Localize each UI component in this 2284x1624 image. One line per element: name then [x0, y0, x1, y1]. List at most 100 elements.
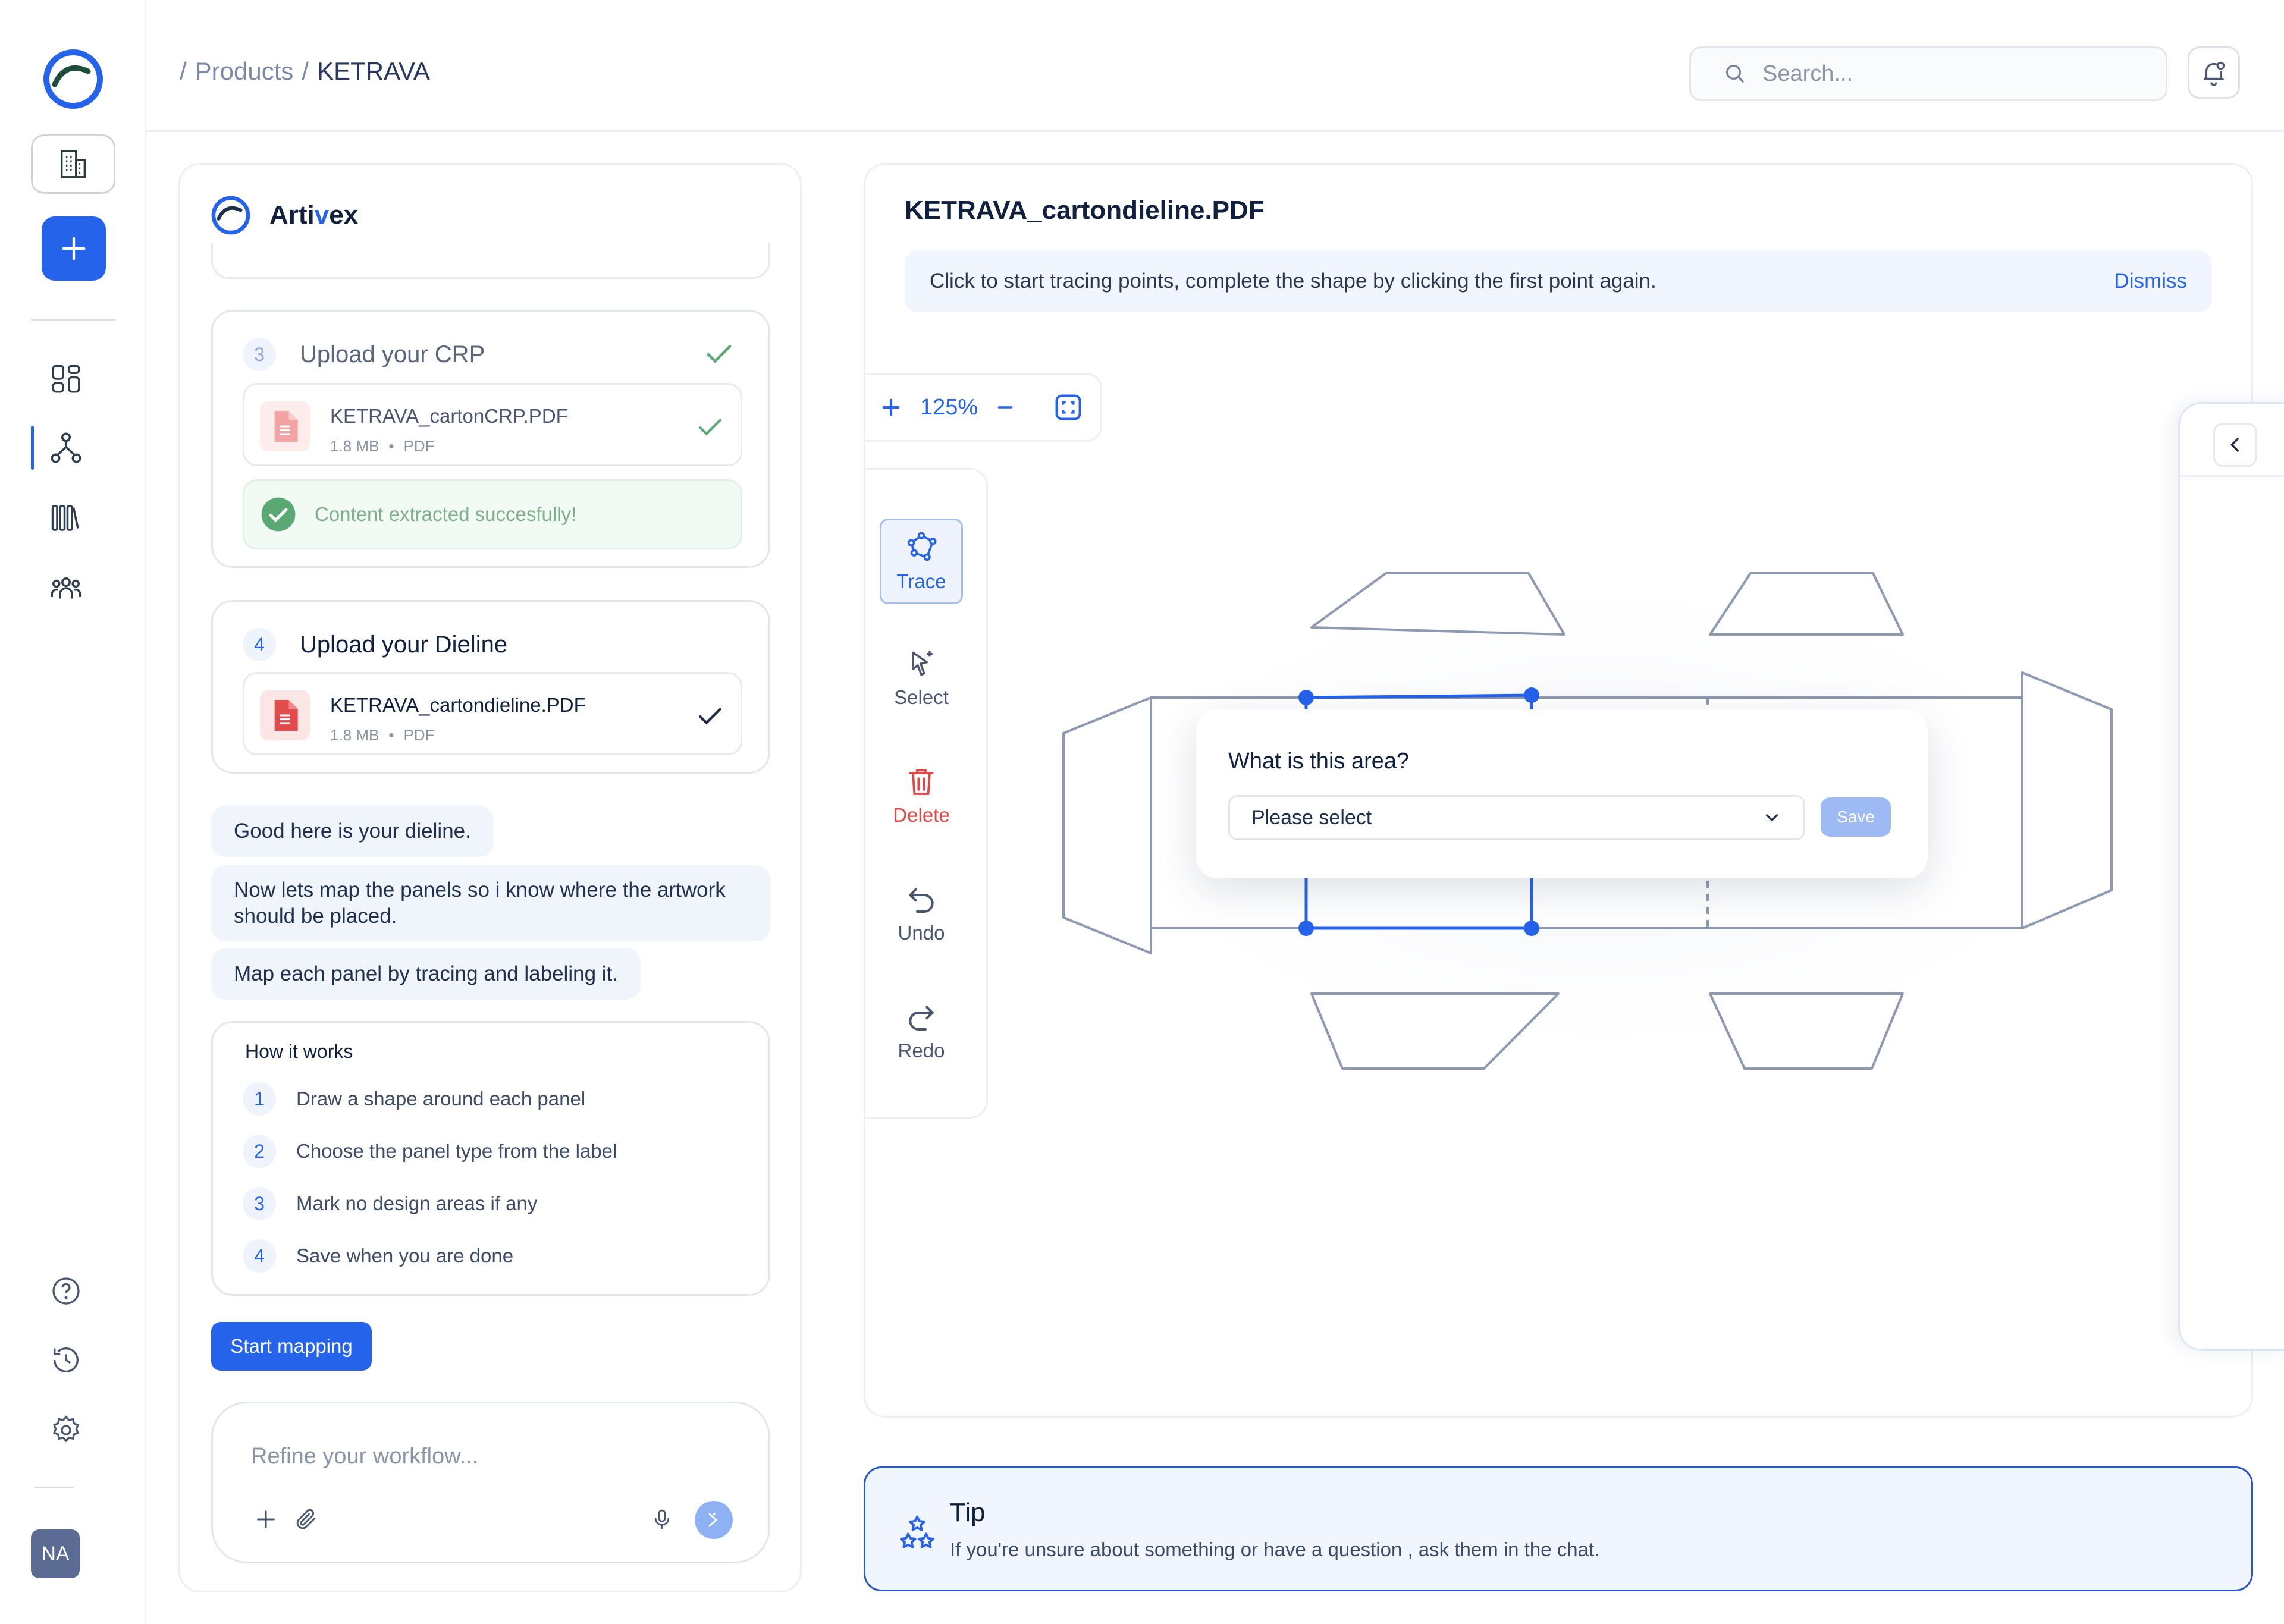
create-button[interactable]	[42, 216, 106, 281]
save-button[interactable]: Save	[1821, 797, 1891, 837]
left-side-flap[interactable]	[1062, 696, 1152, 954]
undo-icon	[908, 888, 934, 913]
file-row-crp[interactable]: KETRAVA_cartonCRP.PDF 1.8 MB • PDF	[243, 383, 742, 466]
sidebar-item-workflows[interactable]	[46, 428, 86, 467]
panel-type-select[interactable]: Please select	[1228, 795, 1805, 840]
breadcrumb-products[interactable]: Products	[195, 57, 294, 86]
tip-title: Tip	[950, 1498, 986, 1527]
undo-tool[interactable]: Undo	[880, 871, 963, 956]
team-icon	[51, 577, 81, 599]
redo-tool[interactable]: Redo	[880, 988, 963, 1074]
search-input[interactable]: Search...	[1689, 46, 2167, 101]
brand: Artivex	[210, 194, 358, 236]
help-icon	[52, 1277, 80, 1305]
organization-button[interactable]	[31, 134, 115, 194]
zoom-in-icon[interactable]	[879, 395, 903, 420]
trace-point[interactable]	[1298, 921, 1314, 936]
breadcrumb-current: KETRAVA	[317, 57, 430, 85]
microphone-icon	[654, 1509, 670, 1529]
composer-placeholder: Refine your workflow...	[251, 1444, 479, 1469]
file-row-dieline[interactable]: KETRAVA_cartondieline.PDF 1.8 MB • PDF	[243, 672, 742, 755]
tool-label: Delete	[893, 804, 950, 826]
sidebar-item-team[interactable]	[46, 568, 86, 608]
chat-panel: Artivex 3 Upload your CRP KETRAVA_carton…	[178, 163, 802, 1592]
attach-file-button[interactable]	[291, 1504, 321, 1534]
step-header: 4 Upload your Dieline	[243, 628, 507, 661]
right-drawer	[2178, 402, 2284, 1351]
chat-message: Map each panel by tracing and labeling i…	[211, 948, 641, 1000]
step-title: Upload your CRP	[300, 341, 485, 367]
check-icon	[699, 419, 721, 436]
gear-icon	[53, 1415, 79, 1443]
plus-icon	[62, 237, 86, 260]
delete-tool[interactable]: Delete	[880, 753, 963, 838]
bottom-tuck-flap-right[interactable]	[1709, 992, 1904, 1070]
notifications-button[interactable]	[2188, 46, 2240, 99]
how-it-works-title: How it works	[245, 1041, 353, 1062]
settings-button[interactable]	[46, 1411, 86, 1450]
sidebar-item-dashboard[interactable]	[46, 359, 86, 398]
help-button[interactable]	[46, 1271, 86, 1311]
grid-icon	[52, 365, 80, 393]
library-icon	[51, 505, 79, 531]
area-label-popover: What is this area? Please select Save	[1196, 709, 1928, 878]
add-attachment-button[interactable]	[251, 1504, 281, 1534]
how-it-works-step: 4 Save when you are done	[243, 1239, 513, 1273]
zoom-level: 125%	[920, 394, 978, 420]
tip-text: If you're unsure about something or have…	[950, 1538, 1600, 1560]
how-it-works-step: 3 Mark no design areas if any	[243, 1187, 537, 1220]
history-button[interactable]	[46, 1340, 86, 1380]
tracing-hint-banner: Click to start tracing points, complete …	[905, 250, 2212, 312]
file-meta: 1.8 MB • PDF	[330, 437, 435, 455]
popover-title: What is this area?	[1228, 749, 1410, 774]
step-card-crp: 3 Upload your CRP KETRAVA_cartonCRP.PDF …	[211, 310, 770, 568]
brand-logo-icon	[211, 196, 250, 235]
trace-point[interactable]	[1524, 921, 1539, 936]
breadcrumb-separator: /	[302, 57, 309, 85]
avatar[interactable]: NA	[31, 1529, 80, 1578]
check-icon	[699, 708, 721, 725]
search-icon	[1726, 65, 1745, 83]
file-name: KETRAVA_cartondieline.PDF	[330, 694, 586, 716]
dismiss-button[interactable]: Dismiss	[2114, 269, 2187, 293]
breadcrumb-separator: /	[180, 57, 187, 85]
trace-point[interactable]	[1524, 687, 1539, 703]
chevron-down-icon	[1765, 814, 1778, 822]
breadcrumb: / Products / KETRAVA	[180, 57, 430, 86]
voice-input-button[interactable]	[647, 1504, 677, 1534]
bell-icon	[2204, 61, 2225, 86]
tool-label: Trace	[896, 570, 946, 592]
step-number: 3	[243, 338, 276, 371]
step-number: 4	[243, 628, 276, 661]
trace-tool[interactable]: Trace	[880, 519, 963, 604]
check-icon	[707, 345, 732, 363]
app-logo[interactable]	[42, 48, 105, 111]
top-bar: / Products / KETRAVA Search...	[146, 0, 2284, 132]
success-text: Content extracted succesfully!	[315, 503, 577, 525]
tool-label: Select	[894, 686, 949, 708]
hint-text: Click to start tracing points, complete …	[930, 269, 1656, 293]
send-icon	[708, 1513, 718, 1527]
drawer-divider	[2180, 475, 2284, 477]
right-side-flap[interactable]	[2021, 671, 2113, 929]
sidebar-item-library[interactable]	[46, 498, 86, 538]
chat-message: Now lets map the panels so i know where …	[211, 865, 770, 941]
fit-screen-icon[interactable]	[1053, 392, 1084, 423]
building-icon	[60, 150, 86, 178]
start-mapping-button[interactable]: Start mapping	[211, 1322, 372, 1371]
top-tuck-flap-left[interactable]	[1310, 572, 1565, 636]
zoom-controls: 125%	[865, 373, 1102, 442]
send-button[interactable]	[695, 1501, 733, 1539]
trace-point[interactable]	[1298, 690, 1314, 705]
redo-icon	[909, 1006, 934, 1031]
chat-composer[interactable]: Refine your workflow...	[211, 1402, 770, 1563]
chat-message: Good here is your dieline.	[211, 806, 494, 857]
zoom-out-icon[interactable]	[994, 397, 1016, 418]
collapse-drawer-button[interactable]	[2213, 423, 2257, 467]
select-tool[interactable]: Select	[880, 635, 963, 721]
how-it-works-card: How it works 1 Draw a shape around each p…	[211, 1021, 770, 1296]
trash-icon	[909, 769, 934, 795]
select-value: Please select	[1251, 806, 1372, 829]
step-card-dieline: 4 Upload your Dieline KETRAVA_cartondiel…	[211, 600, 770, 774]
brand-name: Artivex	[269, 200, 359, 230]
